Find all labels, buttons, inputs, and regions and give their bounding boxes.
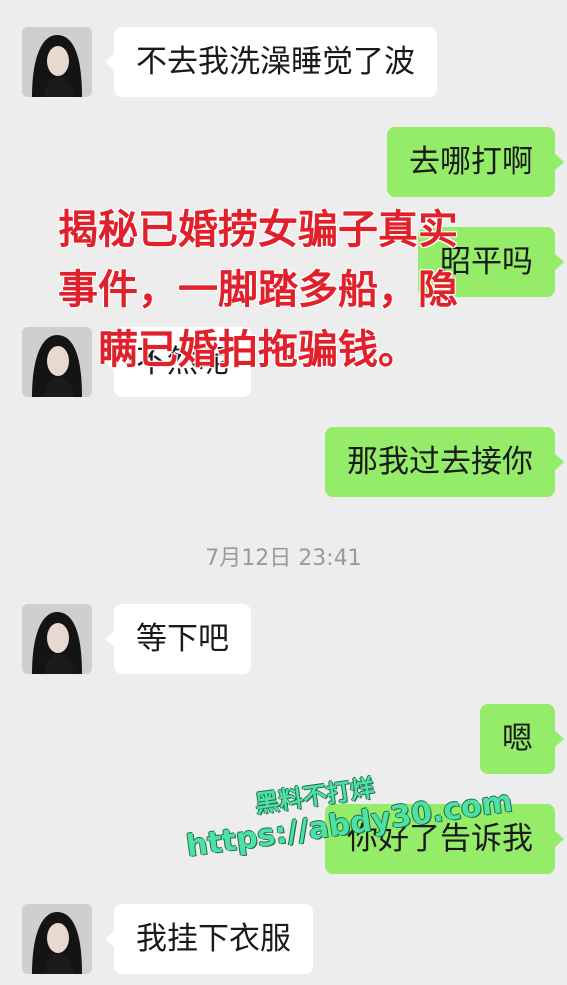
contact-avatar[interactable]: [22, 904, 92, 974]
message-bubble-incoming[interactable]: 不去我洗澡睡觉了波: [105, 27, 437, 97]
message-bubble-outgoing[interactable]: 那我过去接你: [325, 427, 564, 497]
message-bubble-incoming[interactable]: 等下吧: [105, 604, 251, 674]
contact-avatar[interactable]: [22, 27, 92, 97]
chat-timestamp: 7月12日 23:41: [205, 546, 362, 571]
contact-avatar[interactable]: [22, 604, 92, 674]
message-bubble-outgoing[interactable]: 去哪打啊: [387, 127, 564, 197]
message-bubble-outgoing[interactable]: 嗯: [480, 704, 564, 774]
message-bubble-incoming[interactable]: 我挂下衣服: [105, 904, 313, 974]
overlay-caption: 揭秘已婚捞女骗子真实事件，一脚踏多船，隐瞒已婚拍拖骗钱。: [58, 207, 458, 373]
